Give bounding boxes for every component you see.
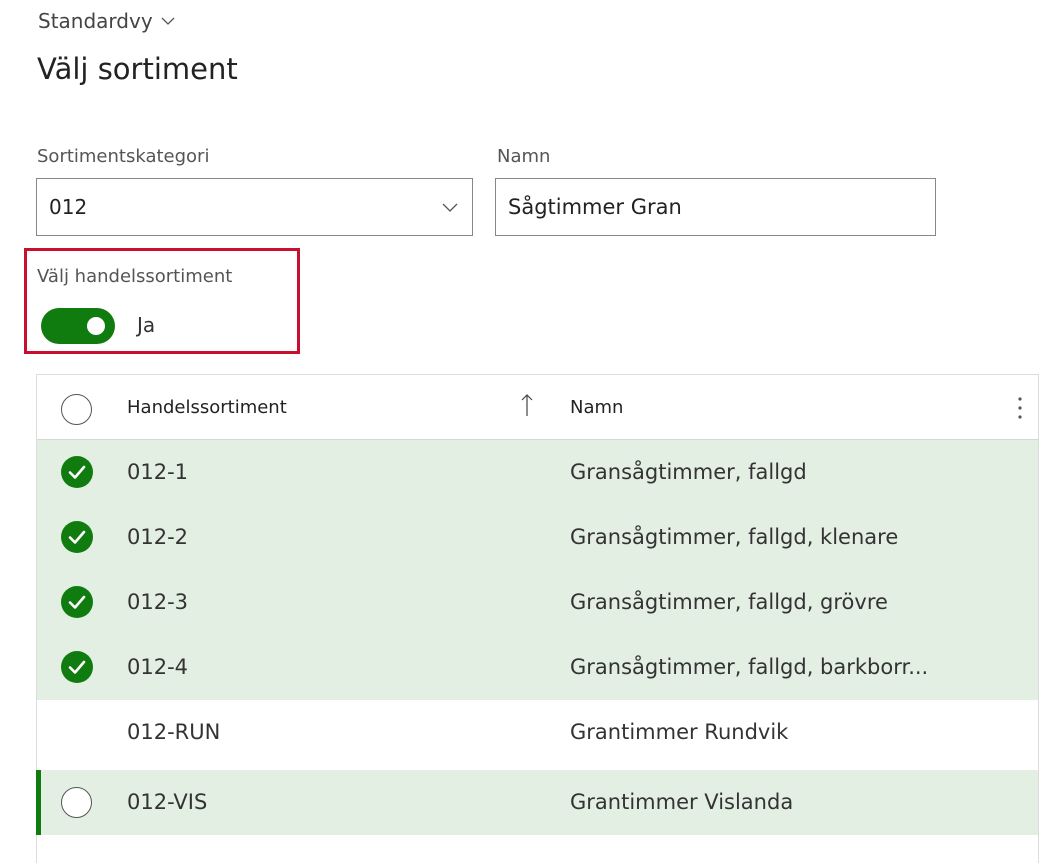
name-label: Namn bbox=[497, 146, 551, 167]
table-row[interactable]: 012-2 Gransågtimmer, fallgd, klenare bbox=[37, 505, 1038, 570]
page-title: Välj sortiment bbox=[37, 52, 238, 86]
row-checked-icon[interactable] bbox=[61, 456, 93, 488]
category-dropdown[interactable]: 012 bbox=[36, 178, 473, 236]
trade-assortment-code: 012-3 bbox=[127, 590, 189, 614]
trade-assortment-code: 012-VIS bbox=[127, 790, 208, 814]
trade-assortment-code: 012-1 bbox=[127, 460, 189, 484]
view-selector-label: Standardvy bbox=[38, 9, 153, 33]
assortment-grid: Handelssortiment Namn 012-1 Gransågtimme… bbox=[36, 374, 1039, 863]
column-header-name[interactable]: Namn bbox=[570, 397, 623, 418]
toggle-knob bbox=[87, 317, 105, 335]
row-checked-icon[interactable] bbox=[61, 586, 93, 618]
row-checkbox[interactable] bbox=[61, 787, 92, 818]
select-all-checkbox[interactable] bbox=[61, 394, 92, 425]
trade-assortment-code: 012-2 bbox=[127, 525, 189, 549]
table-row[interactable]: 012-1 Gransågtimmer, fallgd bbox=[37, 440, 1038, 505]
name-field[interactable]: Sågtimmer Gran bbox=[495, 178, 936, 236]
current-row-indicator bbox=[36, 770, 41, 835]
trade-assortment-code: 012-4 bbox=[127, 655, 189, 679]
name-value: Sågtimmer Gran bbox=[508, 195, 682, 219]
trade-assortment-code: 012-RUN bbox=[127, 720, 221, 744]
chevron-down-icon bbox=[161, 17, 175, 25]
category-value: 012 bbox=[49, 195, 88, 219]
grid-header: Handelssortiment Namn bbox=[37, 375, 1038, 440]
sort-arrow-up-icon[interactable] bbox=[520, 392, 534, 418]
chevron-down-icon bbox=[442, 203, 458, 212]
trade-toggle-label: Välj handelssortiment bbox=[37, 266, 233, 287]
table-row[interactable]: 012-RUN Grantimmer Rundvik bbox=[37, 700, 1038, 765]
category-label: Sortimentskategori bbox=[37, 146, 210, 167]
trade-assortment-name: Grantimmer Rundvik bbox=[570, 720, 789, 744]
trade-assortment-name: Gransågtimmer, fallgd, klenare bbox=[570, 525, 899, 549]
table-row[interactable]: 012-VIS Grantimmer Vislanda bbox=[36, 770, 1038, 835]
column-header-trade-assortment[interactable]: Handelssortiment bbox=[127, 397, 287, 418]
trade-assortment-name: Gransågtimmer, fallgd bbox=[570, 460, 807, 484]
trade-toggle-value: Ja bbox=[137, 313, 156, 337]
trade-assortment-name: Gransågtimmer, fallgd, grövre bbox=[570, 590, 888, 614]
view-selector[interactable]: Standardvy bbox=[38, 6, 175, 36]
more-options-icon[interactable] bbox=[1016, 395, 1024, 421]
table-row[interactable]: 012-4 Gransågtimmer, fallgd, barkborr... bbox=[37, 635, 1038, 700]
row-checked-icon[interactable] bbox=[61, 651, 93, 683]
trade-assortment-name: Grantimmer Vislanda bbox=[570, 790, 794, 814]
row-checked-icon[interactable] bbox=[61, 521, 93, 553]
trade-assortment-toggle[interactable] bbox=[41, 308, 115, 344]
trade-assortment-name: Gransågtimmer, fallgd, barkborr... bbox=[570, 655, 929, 679]
table-row[interactable]: 012-3 Gransågtimmer, fallgd, grövre bbox=[37, 570, 1038, 635]
